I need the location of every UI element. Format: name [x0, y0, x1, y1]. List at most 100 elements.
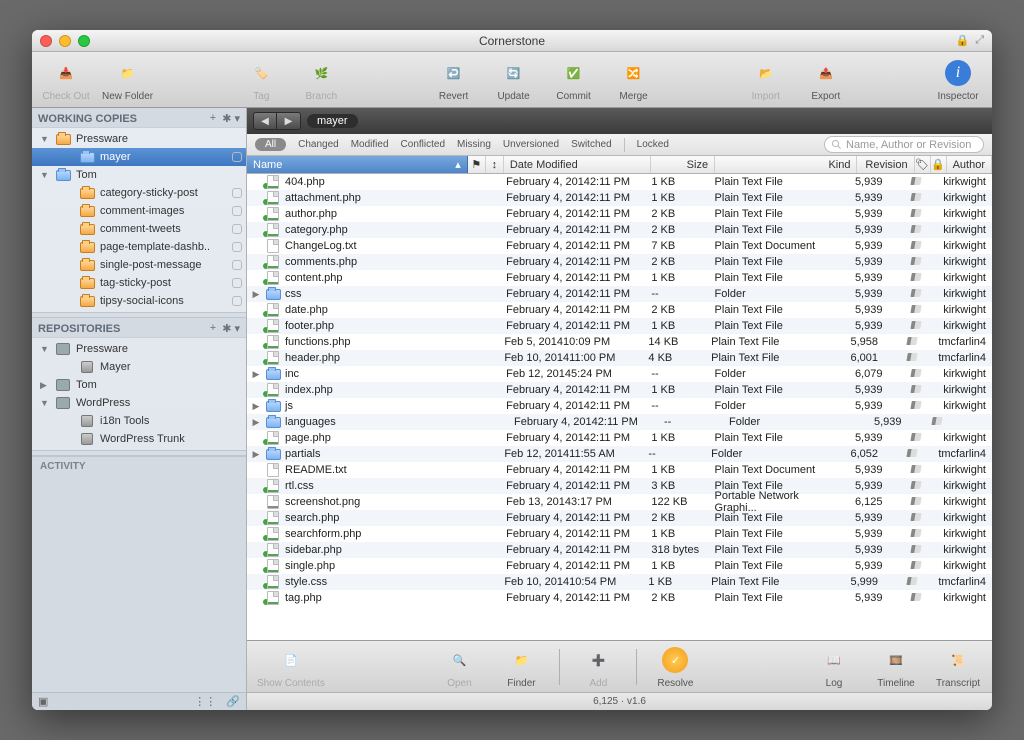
- col-author[interactable]: Author: [947, 156, 992, 173]
- revert-button[interactable]: ↩️ Revert: [430, 57, 478, 102]
- sidebar-item[interactable]: comment-tweets: [32, 220, 246, 238]
- filter-locked[interactable]: Locked: [637, 139, 669, 150]
- sidebar-item[interactable]: Mayer: [32, 358, 246, 376]
- timeline-button[interactable]: 🎞️Timeline: [872, 644, 920, 689]
- sidebar-item[interactable]: WordPress Trunk: [32, 430, 246, 448]
- repo-icon: [55, 342, 71, 356]
- link-icon[interactable]: 🔗: [226, 695, 240, 708]
- settings-wc-button[interactable]: ✱ ▾: [222, 112, 240, 125]
- col-kind[interactable]: Kind: [715, 156, 857, 173]
- sidebar-item[interactable]: tipsy-social-icons: [32, 292, 246, 310]
- col-name[interactable]: Name▴: [247, 156, 468, 173]
- search-input[interactable]: Name, Author or Revision: [824, 136, 984, 153]
- table-row[interactable]: functions.phpFeb 5, 201410:09 PM14 KBPla…: [247, 334, 992, 350]
- table-row[interactable]: tag.phpFebruary 4, 20142:11 PM2 KBPlain …: [247, 590, 992, 606]
- table-row[interactable]: README.txtFebruary 4, 20142:11 PM1 KBPla…: [247, 462, 992, 478]
- table-row[interactable]: 404.phpFebruary 4, 20142:11 PM1 KBPlain …: [247, 174, 992, 190]
- finder-button[interactable]: 📁Finder: [497, 644, 545, 689]
- checkout-button[interactable]: 📥 Check Out: [42, 57, 90, 102]
- col-revision[interactable]: Revision: [857, 156, 914, 173]
- back-button[interactable]: ◀: [253, 112, 277, 130]
- newfolder-button[interactable]: 📁 New Folder: [102, 57, 153, 102]
- table-row[interactable]: page.phpFebruary 4, 20142:11 PM1 KBPlain…: [247, 430, 992, 446]
- status-bar: 6,125 · v1.6: [247, 692, 992, 710]
- forward-button[interactable]: ▶: [277, 112, 301, 130]
- col-lock-icon[interactable]: 🔒: [931, 156, 947, 173]
- table-row[interactable]: ▶cssFebruary 4, 20142:11 PM--Folder5,939…: [247, 286, 992, 302]
- file-icon: [265, 527, 281, 541]
- table-row[interactable]: attachment.phpFebruary 4, 20142:11 PM1 K…: [247, 190, 992, 206]
- table-row[interactable]: index.phpFebruary 4, 20142:11 PM1 KBPlai…: [247, 382, 992, 398]
- resolve-button[interactable]: ✓Resolve: [651, 644, 699, 689]
- sidebar-item[interactable]: ▼Tom: [32, 166, 246, 184]
- file-kind: Plain Text File: [709, 560, 849, 572]
- file-list[interactable]: 404.phpFebruary 4, 20142:11 PM1 KBPlain …: [247, 174, 992, 640]
- tag-icon: [905, 192, 921, 204]
- transcript-button[interactable]: 📜Transcript: [934, 644, 982, 689]
- log-button[interactable]: 📖Log: [810, 644, 858, 689]
- table-row[interactable]: ▶partialsFeb 12, 201411:55 AM--Folder6,0…: [247, 446, 992, 462]
- sidebar-item[interactable]: ▼Pressware: [32, 340, 246, 358]
- col-status[interactable]: ↕: [486, 156, 504, 173]
- tag-icon: [926, 416, 942, 428]
- col-date[interactable]: Date Modified: [504, 156, 651, 173]
- table-row[interactable]: date.phpFebruary 4, 20142:11 PM2 KBPlain…: [247, 302, 992, 318]
- status-pill: [232, 188, 242, 198]
- sidebar-item[interactable]: category-sticky-post: [32, 184, 246, 202]
- table-row[interactable]: ChangeLog.txtFebruary 4, 20142:11 PM7 KB…: [247, 238, 992, 254]
- filter-conflicted[interactable]: Conflicted: [401, 139, 445, 150]
- add-repo-button[interactable]: +: [210, 322, 216, 335]
- sidebar-item[interactable]: comment-images: [32, 202, 246, 220]
- table-row[interactable]: content.phpFebruary 4, 20142:11 PM1 KBPl…: [247, 270, 992, 286]
- table-row[interactable]: searchform.phpFebruary 4, 20142:11 PM1 K…: [247, 526, 992, 542]
- filter-unversioned[interactable]: Unversioned: [503, 139, 559, 150]
- open-button[interactable]: 🔍Open: [435, 644, 483, 689]
- sidebar-item[interactable]: mayer: [32, 148, 246, 166]
- filter-missing[interactable]: Missing: [457, 139, 491, 150]
- table-row[interactable]: ▶jsFebruary 4, 20142:11 PM--Folder5,939k…: [247, 398, 992, 414]
- col-flag[interactable]: ⚑: [468, 156, 486, 173]
- sidebar-footer-icon[interactable]: ▣: [38, 695, 48, 708]
- table-row[interactable]: footer.phpFebruary 4, 20142:11 PM1 KBPla…: [247, 318, 992, 334]
- table-row[interactable]: style.cssFeb 10, 201410:54 PM1 KBPlain T…: [247, 574, 992, 590]
- table-row[interactable]: author.phpFebruary 4, 20142:11 PM2 KBPla…: [247, 206, 992, 222]
- import-button[interactable]: 📂 Import: [742, 57, 790, 102]
- export-button[interactable]: 📤 Export: [802, 57, 850, 102]
- table-row[interactable]: ▶languagesFebruary 4, 20142:11 PM--Folde…: [247, 414, 992, 430]
- table-row[interactable]: single.phpFebruary 4, 20142:11 PM1 KBPla…: [247, 558, 992, 574]
- col-size[interactable]: Size: [651, 156, 715, 173]
- table-row[interactable]: comments.phpFebruary 4, 20142:11 PM2 KBP…: [247, 254, 992, 270]
- table-row[interactable]: ▶incFeb 12, 20145:24 PM--Folder6,079kirk…: [247, 366, 992, 382]
- merge-button[interactable]: 🔀 Merge: [610, 57, 658, 102]
- inspector-button[interactable]: i Inspector: [934, 57, 982, 102]
- branch-button[interactable]: 🌿 Branch: [297, 57, 345, 102]
- table-row[interactable]: sidebar.phpFebruary 4, 20142:11 PM318 by…: [247, 542, 992, 558]
- settings-repo-button[interactable]: ✱ ▾: [222, 322, 240, 335]
- sidebar-item[interactable]: single-post-message: [32, 256, 246, 274]
- filter-changed[interactable]: Changed: [298, 139, 339, 150]
- col-tag-icon[interactable]: 🏷: [915, 156, 931, 173]
- show-contents-button[interactable]: 📄Show Contents: [257, 644, 325, 689]
- add-button[interactable]: ➕Add: [574, 644, 622, 689]
- sidebar-item-label: category-sticky-post: [100, 187, 198, 199]
- add-wc-button[interactable]: +: [210, 112, 216, 125]
- breadcrumb[interactable]: mayer: [307, 114, 358, 128]
- table-row[interactable]: header.phpFeb 10, 201411:00 PM4 KBPlain …: [247, 350, 992, 366]
- sidebar-item[interactable]: ▼Pressware: [32, 130, 246, 148]
- commit-button[interactable]: ✅ Commit: [550, 57, 598, 102]
- sidebar-item[interactable]: ▶Tom: [32, 376, 246, 394]
- table-row[interactable]: rtl.cssFebruary 4, 20142:11 PM3 KBPlain …: [247, 478, 992, 494]
- table-row[interactable]: search.phpFebruary 4, 20142:11 PM2 KBPla…: [247, 510, 992, 526]
- sidebar-item[interactable]: tag-sticky-post: [32, 274, 246, 292]
- filter-all[interactable]: All: [255, 138, 286, 151]
- table-row[interactable]: screenshot.pngFeb 13, 20143:17 PM122 KBP…: [247, 494, 992, 510]
- table-row[interactable]: category.phpFebruary 4, 20142:11 PM2 KBP…: [247, 222, 992, 238]
- file-name: page.php: [285, 432, 331, 444]
- sidebar-item[interactable]: page-template-dashb..: [32, 238, 246, 256]
- filter-switched[interactable]: Switched: [571, 139, 612, 150]
- sidebar-item[interactable]: ▼WordPress: [32, 394, 246, 412]
- filter-modified[interactable]: Modified: [351, 139, 389, 150]
- sidebar-item[interactable]: i18n Tools: [32, 412, 246, 430]
- update-button[interactable]: 🔄 Update: [490, 57, 538, 102]
- tag-button[interactable]: 🏷️ Tag: [237, 57, 285, 102]
